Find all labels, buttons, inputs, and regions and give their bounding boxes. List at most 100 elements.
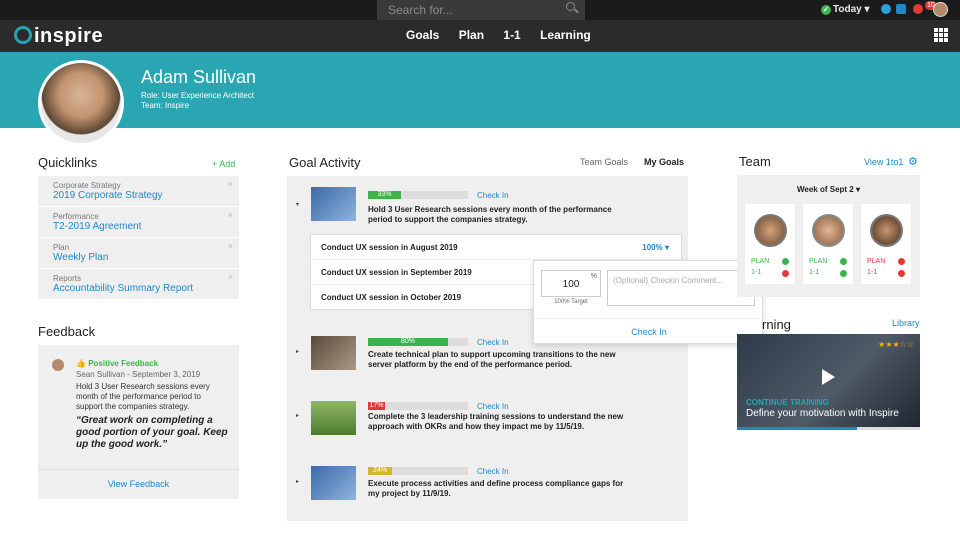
settings-gear-icon[interactable]: ⚙ <box>891 134 903 147</box>
profile-name: Adam Sullivan <box>141 67 257 87</box>
plan-status: PLAN <box>751 258 770 265</box>
nav-1-1[interactable]: 1-1 <box>503 28 520 42</box>
team-member-card[interactable]: PLAN 1-1 <box>745 204 795 284</box>
library-link[interactable]: Library <box>892 318 920 328</box>
percent-input[interactable]: 100% <box>541 270 601 297</box>
check-in-link[interactable]: Check In <box>477 467 509 476</box>
goal-progress-bar: 33% <box>368 191 468 199</box>
profile-banner: ⚙ <box>0 52 960 147</box>
one-on-one-status: 1-1 <box>751 269 762 276</box>
training-progress-fill <box>737 427 857 430</box>
help-icon[interactable] <box>881 4 891 14</box>
subgoal-text: Conduct UX session in October 2019 <box>321 293 462 302</box>
expand-caret-icon[interactable]: ▸ <box>296 412 299 419</box>
goal-text: Execute process activities and define pr… <box>368 479 624 498</box>
goal-thumbnail <box>311 466 356 500</box>
training-progress-bar <box>737 427 920 430</box>
team-panel: Week of Sept 2 ▾ PLAN 1-1 PLAN 1-1 PLAN … <box>737 175 920 297</box>
quicklink-item[interactable]: Performance T2-2019 Agreement × <box>38 207 239 238</box>
expand-caret-icon[interactable]: ▸ <box>296 348 299 355</box>
nav-goals[interactable]: Goals <box>406 28 439 42</box>
training-video-card[interactable]: ★★★☆☆ CONTINUE TRAINING Define your moti… <box>737 334 920 427</box>
learning-title: rning <box>762 317 791 332</box>
tab-team-goals[interactable]: Team Goals <box>580 157 628 167</box>
remove-icon[interactable]: × <box>228 241 233 251</box>
feedback-avatar <box>52 359 64 371</box>
checkin-comment-field[interactable]: (Optional) Checkin Comment... <box>607 270 755 306</box>
view-feedback-button[interactable]: View Feedback <box>38 479 239 489</box>
week-selector[interactable]: Week of Sept 2 ▾ <box>737 185 920 194</box>
team-settings-gear-icon[interactable]: ⚙ <box>908 155 918 168</box>
goal-text: Create technical plan to support upcomin… <box>368 350 616 369</box>
feedback-type: 👍 Positive Feedback <box>76 359 158 368</box>
feedback-type-label: Positive Feedback <box>88 359 159 368</box>
chat-icon[interactable] <box>896 4 906 14</box>
quicklink-link[interactable]: 2019 Corporate Strategy <box>53 190 224 201</box>
goal-progress-bar: 17% <box>368 402 468 410</box>
subgoal-percent-value: 100% <box>642 243 663 252</box>
quicklink-category: Corporate Strategy <box>53 181 121 190</box>
quicklink-link[interactable]: Accountability Summary Report <box>53 283 224 294</box>
status-ok-icon <box>840 258 847 265</box>
check-in-link[interactable]: Check In <box>477 338 509 347</box>
remove-icon[interactable]: × <box>228 272 233 282</box>
plan-status: PLAN <box>809 258 828 265</box>
today-menu[interactable]: ✓ Today ▾ <box>821 4 870 15</box>
team-title: Team <box>739 154 771 169</box>
logo-text: inspire <box>34 25 104 47</box>
quicklink-item[interactable]: Reports Accountability Summary Report × <box>38 269 239 300</box>
team-member-card[interactable]: PLAN 1-1 <box>803 204 853 284</box>
present-icon[interactable] <box>852 135 866 146</box>
status-missing-icon <box>898 270 905 277</box>
subgoal-percent[interactable]: 100% ▾ <box>642 243 669 252</box>
quicklink-link[interactable]: T2-2019 Agreement <box>53 221 224 232</box>
remove-icon[interactable]: × <box>228 210 233 220</box>
logo[interactable]: inspire <box>14 25 103 48</box>
feedback-author: Sean Sullivan - September 3, 2019 <box>76 370 201 379</box>
feedback-card: 👍 Positive Feedback Sean Sullivan - Sept… <box>38 345 239 499</box>
quicklink-item[interactable]: Corporate Strategy 2019 Corporate Strateg… <box>38 176 239 207</box>
collapse-caret-icon[interactable]: ▾ <box>296 201 299 208</box>
one-on-one-status: 1-1 <box>867 269 878 276</box>
today-label: Today <box>833 4 862 15</box>
nav-plan[interactable]: Plan <box>459 28 484 42</box>
quicklink-category: Reports <box>53 274 82 283</box>
percent-value: 100 <box>562 279 580 290</box>
continue-training-label: CONTINUE TRAINING <box>746 398 829 407</box>
apps-grid-icon[interactable] <box>934 28 948 42</box>
play-icon[interactable] <box>822 369 835 385</box>
expand-caret-icon[interactable]: ▸ <box>296 478 299 485</box>
notification-icon[interactable] <box>913 4 923 14</box>
member-avatar <box>870 214 903 247</box>
quicklink-link[interactable]: Weekly Plan <box>53 252 224 263</box>
member-avatar <box>812 214 845 247</box>
quicklink-item[interactable]: Plan Weekly Plan × <box>38 238 239 269</box>
team-member-card[interactable]: PLAN 1-1 <box>861 204 911 284</box>
percent-unit: % <box>590 273 597 280</box>
quicklink-category: Plan <box>53 243 70 252</box>
user-avatar[interactable] <box>933 2 948 17</box>
rating-stars: ★★★☆☆ <box>878 340 914 349</box>
remove-icon[interactable]: × <box>228 179 233 189</box>
nav-learning[interactable]: Learning <box>540 28 591 42</box>
goal-progress-fill: 80% <box>368 338 448 346</box>
check-in-link[interactable]: Check In <box>477 191 509 200</box>
feedback-goal: Hold 3 User Research sessions every mont… <box>76 382 210 411</box>
goal-text: Complete the 3 leadership training sessi… <box>368 412 624 431</box>
status-ok-icon <box>840 270 847 277</box>
view-1to1-link[interactable]: View 1to1 <box>864 157 903 167</box>
tab-my-goals[interactable]: My Goals <box>644 157 684 167</box>
search-input[interactable]: Search for... <box>377 0 585 20</box>
goal-thumbnail <box>311 336 356 370</box>
divider <box>534 318 764 319</box>
member-avatar <box>754 214 787 247</box>
check-in-popup: 100% 100% Target (Optional) Checkin Comm… <box>533 260 764 344</box>
search-icon <box>566 2 575 11</box>
goal-progress-fill: 33% <box>368 191 401 199</box>
add-quicklink-button[interactable]: + Add <box>212 159 235 169</box>
subgoal-row[interactable]: Conduct UX session in August 2019 100% ▾ <box>311 235 681 260</box>
check-in-submit-button[interactable]: Check In <box>534 327 764 337</box>
check-in-link[interactable]: Check In <box>477 402 509 411</box>
goal-thumbnail <box>311 401 356 435</box>
goal-text: Hold 3 User Research sessions every mont… <box>368 205 612 224</box>
